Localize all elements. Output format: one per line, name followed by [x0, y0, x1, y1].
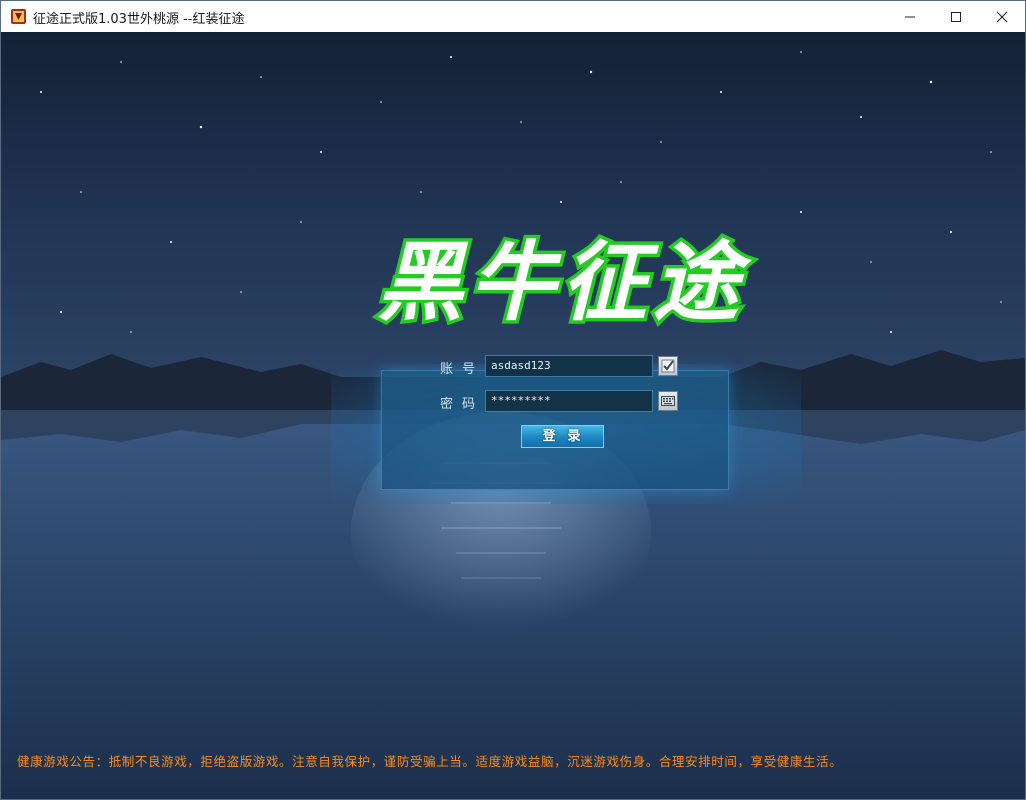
maximize-icon	[951, 11, 961, 22]
account-label: 账号	[440, 362, 485, 377]
game-window: 征途正式版1.03世外桃源 --红装征途 黑牛征途 账号 asdasd123 密…	[0, 0, 1026, 800]
login-button[interactable]: 登录	[521, 425, 604, 448]
game-logo: 黑牛征途	[374, 229, 753, 337]
close-icon	[996, 11, 1008, 22]
app-icon	[11, 9, 26, 24]
remember-checkbox[interactable]	[658, 356, 678, 376]
login-scene: 黑牛征途 账号 asdasd123 密码 ********* 登录 健康游戏公告…	[1, 32, 1025, 799]
window-title: 征途正式版1.03世外桃源 --红装征途	[33, 12, 245, 27]
maximize-button[interactable]	[933, 1, 979, 32]
minimize-button[interactable]	[887, 1, 933, 32]
soft-keyboard-icon	[661, 396, 675, 406]
password-field[interactable]: *********	[485, 390, 653, 412]
checkbox-checked-icon	[661, 359, 675, 373]
soft-keyboard-button[interactable]	[658, 391, 678, 411]
minimize-icon	[905, 16, 915, 17]
title-bar: 征途正式版1.03世外桃源 --红装征途	[1, 1, 1025, 33]
close-button[interactable]	[979, 1, 1025, 32]
account-field[interactable]: asdasd123	[485, 355, 653, 377]
password-label: 密码	[440, 397, 485, 412]
logo-text: 黑牛征途	[377, 232, 753, 333]
health-notice: 健康游戏公告：抵制不良游戏，拒绝盗版游戏。注意自我保护，谨防受骗上当。适度游戏益…	[17, 754, 843, 769]
